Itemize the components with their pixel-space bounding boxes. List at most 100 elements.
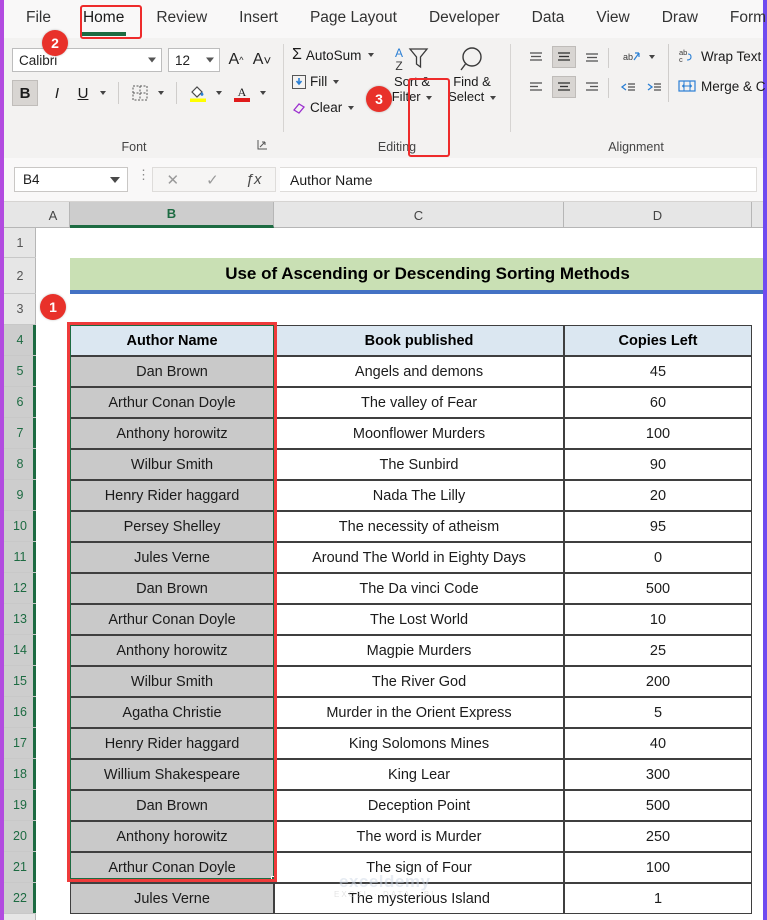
increase-font-size-icon[interactable]: A ^	[224, 48, 248, 72]
font-name-combobox[interactable]: Calibri	[12, 48, 162, 72]
cell-author-17[interactable]: Henry Rider haggard	[70, 728, 274, 759]
row-header-19[interactable]: 19	[4, 790, 36, 821]
font-color-button[interactable]: A	[230, 80, 254, 106]
row-header-12[interactable]: 12	[4, 573, 36, 604]
tab-insert[interactable]: Insert	[235, 5, 282, 33]
cell-copies-20[interactable]: 250	[564, 821, 752, 852]
cell-author-13[interactable]: Arthur Conan Doyle	[70, 604, 274, 635]
cell-copies-22[interactable]: 1	[564, 883, 752, 914]
merge-and-center-button[interactable]: Merge & C	[678, 78, 766, 94]
cell-author-16[interactable]: Agatha Christie	[70, 697, 274, 728]
cell-author-5[interactable]: Dan Brown	[70, 356, 274, 387]
cell-book-12[interactable]: The Da vinci Code	[274, 573, 564, 604]
cell-copies-5[interactable]: 45	[564, 356, 752, 387]
cell-copies-12[interactable]: 500	[564, 573, 752, 604]
bold-button[interactable]: B	[12, 80, 38, 106]
font-color-dropdown[interactable]	[256, 80, 270, 106]
align-left-button[interactable]	[524, 76, 548, 98]
cell-author-19[interactable]: Dan Brown	[70, 790, 274, 821]
cell-book-9[interactable]: Nada The Lilly	[274, 480, 564, 511]
cell-copies-8[interactable]: 90	[564, 449, 752, 480]
table-header-book[interactable]: Book published	[274, 325, 564, 356]
cell-book-6[interactable]: The valley of Fear	[274, 387, 564, 418]
row-header-22[interactable]: 22	[4, 883, 36, 914]
cell-author-20[interactable]: Anthony horowitz	[70, 821, 274, 852]
sheet-title-cell[interactable]: Use of Ascending or Descending Sorting M…	[70, 258, 763, 294]
cell-book-7[interactable]: Moonflower Murders	[274, 418, 564, 449]
name-box[interactable]: B4	[14, 167, 128, 192]
cell-book-11[interactable]: Around The World in Eighty Days	[274, 542, 564, 573]
cell-book-14[interactable]: Magpie Murders	[274, 635, 564, 666]
cell-author-8[interactable]: Wilbur Smith	[70, 449, 274, 480]
cell-author-12[interactable]: Dan Brown	[70, 573, 274, 604]
cell-copies-13[interactable]: 10	[564, 604, 752, 635]
fill-button[interactable]: Fill	[292, 74, 340, 89]
sort-and-filter-button[interactable]: A Z Sort & Filter	[384, 44, 440, 104]
cell-book-8[interactable]: The Sunbird	[274, 449, 564, 480]
cell-book-17[interactable]: King Solomons Mines	[274, 728, 564, 759]
cell-author-9[interactable]: Henry Rider haggard	[70, 480, 274, 511]
underline-button[interactable]: U	[72, 80, 94, 106]
tab-draw[interactable]: Draw	[658, 5, 702, 33]
underline-dropdown[interactable]	[96, 80, 110, 106]
cell-copies-11[interactable]: 0	[564, 542, 752, 573]
row-header-16[interactable]: 16	[4, 697, 36, 728]
tab-home[interactable]: Home	[79, 5, 128, 36]
row-header-6[interactable]: 6	[4, 387, 36, 418]
column-header-e[interactable]	[752, 202, 763, 228]
align-center-button[interactable]	[552, 76, 576, 98]
tab-form[interactable]: Form	[726, 5, 767, 33]
orientation-dropdown[interactable]	[646, 46, 658, 68]
fill-color-dropdown[interactable]	[212, 80, 226, 106]
italic-button[interactable]: I	[46, 80, 68, 106]
tab-data[interactable]: Data	[528, 5, 569, 33]
font-size-combobox[interactable]: 12	[168, 48, 220, 72]
align-top-button[interactable]	[524, 46, 548, 68]
cell-book-20[interactable]: The word is Murder	[274, 821, 564, 852]
row-header-9[interactable]: 9	[4, 480, 36, 511]
tab-developer[interactable]: Developer	[425, 5, 504, 33]
row-header-10[interactable]: 10	[4, 511, 36, 542]
cell-author-22[interactable]: Jules Verne	[70, 883, 274, 914]
enter-formula-icon[interactable]: ✓	[206, 171, 219, 189]
cell-copies-21[interactable]: 100	[564, 852, 752, 883]
cell-book-16[interactable]: Murder in the Orient Express	[274, 697, 564, 728]
borders-dropdown[interactable]	[154, 80, 168, 106]
row-header-7[interactable]: 7	[4, 418, 36, 449]
cell-book-10[interactable]: The necessity of atheism	[274, 511, 564, 542]
tab-review[interactable]: Review	[152, 5, 211, 33]
cell-author-14[interactable]: Anthony horowitz	[70, 635, 274, 666]
autosum-button[interactable]: Σ AutoSum	[292, 46, 375, 64]
table-header-copies[interactable]: Copies Left	[564, 325, 752, 356]
row-header-5[interactable]: 5	[4, 356, 36, 387]
tab-file[interactable]: File	[22, 5, 55, 33]
cell-copies-6[interactable]: 60	[564, 387, 752, 418]
column-header-c[interactable]: C	[274, 202, 564, 228]
cell-book-21[interactable]: The sign of Four	[274, 852, 564, 883]
borders-button[interactable]	[128, 80, 152, 106]
insert-function-icon[interactable]: ƒx	[246, 171, 262, 188]
cell-author-21[interactable]: Arthur Conan Doyle	[70, 852, 274, 883]
fill-handle[interactable]	[271, 876, 277, 882]
cell-book-5[interactable]: Angels and demons	[274, 356, 564, 387]
cell-book-19[interactable]: Deception Point	[274, 790, 564, 821]
row-header-14[interactable]: 14	[4, 635, 36, 666]
cell-book-18[interactable]: King Lear	[274, 759, 564, 790]
cell-copies-16[interactable]: 5	[564, 697, 752, 728]
find-and-select-button[interactable]: Find & Select	[444, 44, 500, 104]
tab-page-layout[interactable]: Page Layout	[306, 5, 401, 33]
column-header-a[interactable]: A	[37, 202, 70, 228]
font-dialog-launcher[interactable]	[257, 139, 268, 153]
increase-indent-button[interactable]	[642, 76, 666, 98]
row-header-13[interactable]: 13	[4, 604, 36, 635]
row-header-8[interactable]: 8	[4, 449, 36, 480]
decrease-indent-button[interactable]	[616, 76, 640, 98]
row-header-1[interactable]: 1	[4, 228, 36, 258]
row-header-18[interactable]: 18	[4, 759, 36, 790]
column-header-b[interactable]: B	[70, 202, 274, 228]
align-middle-button[interactable]	[552, 46, 576, 68]
column-header-d[interactable]: D	[564, 202, 752, 228]
row-header-17[interactable]: 17	[4, 728, 36, 759]
table-header-author[interactable]: Author Name	[70, 325, 274, 356]
formula-bar-grip[interactable]: ⋮	[137, 168, 150, 181]
